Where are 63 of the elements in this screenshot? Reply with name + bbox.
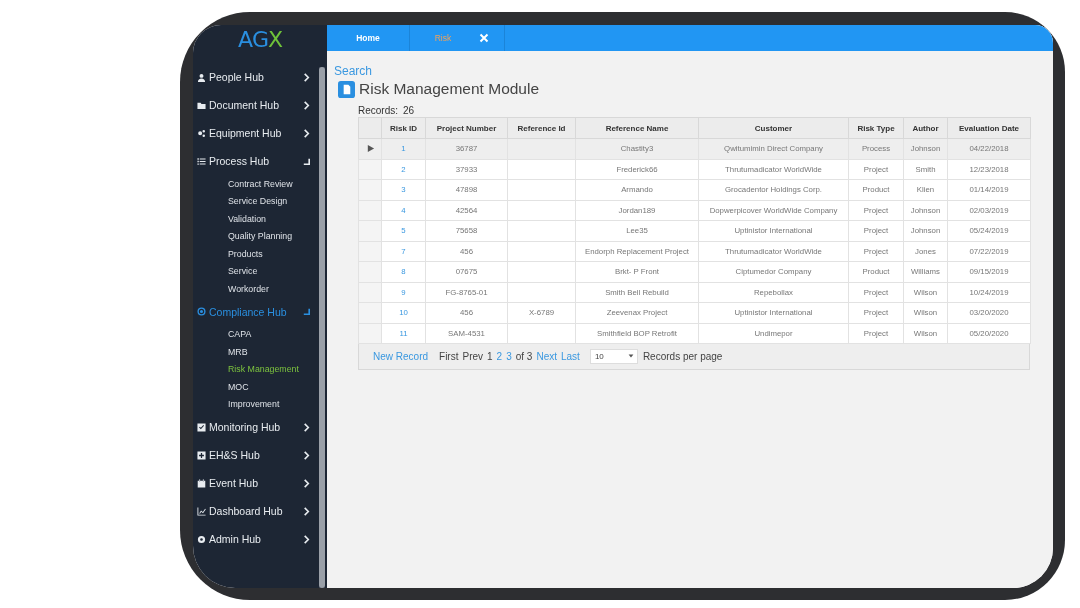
nav-subitem[interactable]: MOC: [193, 378, 249, 396]
close-icon[interactable]: [479, 33, 490, 43]
folder-icon: [197, 100, 206, 110]
nav-item[interactable]: EH&S Hub: [193, 441, 319, 469]
checkbox-icon: [197, 422, 206, 432]
column-header[interactable]: Reference Id: [507, 117, 576, 139]
pager-text: Prev: [462, 350, 484, 362]
column-header[interactable]: Author: [903, 117, 948, 139]
nav-item[interactable]: Process Hub: [193, 147, 319, 175]
nav-subitem[interactable]: Quality Planning: [193, 227, 293, 245]
row-pointer-icon: [365, 144, 375, 154]
person-icon: [197, 72, 206, 82]
nav-item[interactable]: Event Hub: [193, 469, 319, 497]
target-icon: [197, 307, 206, 316]
nav-subitem[interactable]: CAPA: [193, 325, 252, 343]
nav-subitem[interactable]: Workorder: [193, 280, 269, 298]
chevron-right-icon: [302, 534, 311, 544]
nav-subitem[interactable]: Service: [193, 262, 258, 280]
nav-subitem[interactable]: MRB: [193, 343, 248, 361]
column-header[interactable]: Risk Type: [848, 117, 904, 139]
nav-item[interactable]: Monitoring Hub: [193, 413, 319, 441]
records-label: Records:: [358, 105, 398, 116]
scrollbar[interactable]: [319, 67, 325, 588]
records-count: 26: [403, 105, 415, 116]
page-title: Risk Management Module: [359, 80, 540, 98]
chevron-right-icon: [302, 450, 311, 460]
document-icon: [338, 80, 355, 98]
nav-item[interactable]: Dashboard Hub: [193, 497, 319, 525]
nav-item[interactable]: People Hub: [193, 63, 319, 91]
calendar-icon: [197, 478, 206, 488]
nav-item[interactable]: Compliance Hub: [193, 297, 319, 326]
chevron-right-icon: [302, 128, 311, 138]
logo: AGX: [236, 26, 284, 54]
page-size-label: Records per page: [642, 350, 723, 362]
nav-item[interactable]: Equipment Hub: [193, 119, 319, 147]
nav-subitem[interactable]: Risk Management: [193, 360, 299, 378]
list-icon: [197, 156, 206, 166]
nav-subitem[interactable]: Products: [193, 245, 263, 263]
chevron-right-icon: [302, 72, 311, 82]
column-header[interactable]: Evaluation Date: [947, 117, 1031, 139]
column-header[interactable]: Reference Name: [575, 117, 699, 139]
pager-text: First: [439, 350, 459, 362]
plus-box-icon: [197, 450, 206, 460]
chevron-right-icon: [302, 100, 311, 110]
nav-item[interactable]: Admin Hub: [193, 525, 319, 553]
page-size-select[interactable]: 10: [589, 348, 638, 364]
caret-icon: [626, 352, 635, 360]
column-header[interactable]: Project Number: [425, 117, 508, 139]
collapse-icon: [302, 307, 311, 316]
pager-text: of 3: [515, 350, 533, 362]
chart-icon: [197, 506, 206, 516]
chevron-right-icon: [302, 506, 311, 516]
nav-item[interactable]: Document Hub: [193, 91, 319, 119]
pager-text: 1: [487, 350, 493, 362]
nav-subitem[interactable]: Contract Review: [193, 175, 293, 193]
nav-subitem[interactable]: Service Design: [193, 192, 288, 210]
chevron-right-icon: [302, 422, 311, 432]
collapse-icon: [302, 156, 311, 166]
nav-subitem[interactable]: Validation: [193, 210, 266, 228]
column-header[interactable]: Risk ID: [381, 117, 426, 139]
column-header[interactable]: Customer: [698, 117, 849, 139]
nav-subitem[interactable]: Improvement: [193, 395, 280, 413]
chevron-right-icon: [302, 478, 311, 488]
